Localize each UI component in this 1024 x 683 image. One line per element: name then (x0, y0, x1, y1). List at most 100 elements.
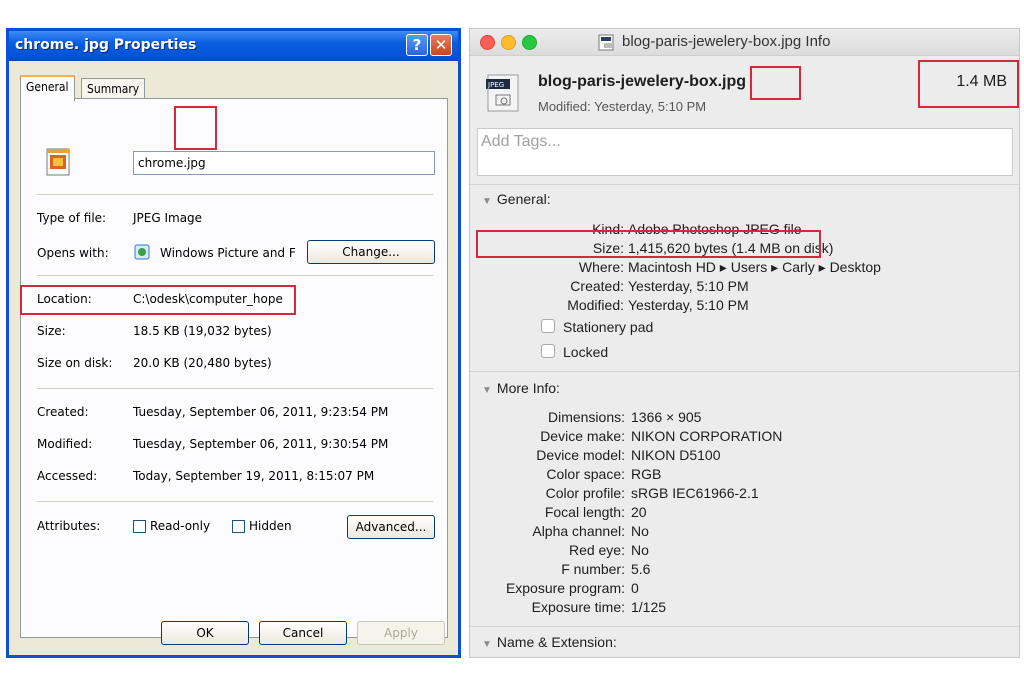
general-header-label: General: (496, 191, 551, 207)
highlight-box-mac-size (918, 60, 1019, 108)
mac-minimize-button[interactable] (501, 35, 516, 50)
read-only-checkbox[interactable] (133, 520, 146, 533)
red-eye-value: No (631, 542, 649, 558)
divider (37, 275, 433, 276)
change-button[interactable]: Change... (307, 240, 435, 264)
created-value: Yesterday, 5:10 PM (628, 278, 749, 294)
divider (37, 501, 433, 502)
size-value: 18.5 KB (19,032 bytes) (133, 324, 272, 338)
name-extension-section-header[interactable]: ▼ Name & Extension: (482, 634, 617, 650)
mac-modified-line: Modified: Yesterday, 5:10 PM (538, 99, 707, 114)
disclosure-triangle-icon: ▼ (482, 385, 492, 396)
mac-file-name: blog-paris-jewelery-box.jpg (538, 73, 747, 90)
disclosure-triangle-icon: ▼ (482, 639, 492, 650)
more-info-section-header[interactable]: ▼ More Info: (482, 380, 560, 396)
hidden-checkbox[interactable] (232, 520, 245, 533)
stationery-pad-checkbox[interactable] (541, 319, 555, 333)
divider (470, 626, 1019, 627)
created-label: Created: (570, 278, 624, 294)
read-only-label: Read-only (150, 519, 211, 533)
jpeg-file-icon (46, 148, 70, 176)
where-label: Where: (578, 259, 624, 275)
dimensions-value: 1366 × 905 (631, 409, 702, 425)
color-profile-value: sRGB IEC61966-2.1 (631, 485, 759, 501)
size-label: Size: (37, 324, 66, 338)
alpha-channel-value: No (631, 523, 649, 539)
disclosure-triangle-icon: ▼ (482, 196, 492, 207)
ok-button[interactable]: OK (161, 621, 249, 645)
device-make-label: Device make: (540, 428, 625, 444)
modified-label: Modified: (567, 297, 624, 313)
picture-viewer-icon (134, 244, 150, 260)
modified-value: Tuesday, September 06, 2011, 9:30:54 PM (133, 437, 389, 451)
exposure-time-label: Exposure time: (531, 599, 625, 615)
general-tab-page: chrome.jpg Type of file: JPEG Image Open… (20, 98, 448, 638)
size-on-disk-value: 20.0 KB (20,480 bytes) (133, 356, 272, 370)
general-section-header[interactable]: ▼ General: (482, 191, 551, 207)
device-make-value: NIKON CORPORATION (631, 428, 783, 444)
highlight-box-extension (174, 106, 217, 150)
modified-value: Yesterday, 5:10 PM (628, 297, 749, 313)
divider (470, 371, 1019, 372)
highlight-box-size (20, 285, 296, 315)
accessed-label: Accessed: (37, 469, 98, 483)
mac-info-window: blog-paris-jewelery-box.jpg Info JPEG bl… (469, 28, 1020, 658)
xp-title-bar[interactable]: chrome. jpg Properties ? ✕ (9, 31, 458, 61)
highlight-box-mac-byte-size (476, 230, 821, 258)
exposure-program-label: Exposure program: (505, 580, 625, 596)
red-eye-label: Red eye: (568, 542, 625, 558)
document-proxy-icon[interactable] (598, 34, 616, 51)
stationery-pad-label: Stationery pad (563, 319, 654, 335)
exposure-time-value: 1/125 (631, 599, 667, 615)
mac-title-bar[interactable]: blog-paris-jewelery-box.jpg Info (470, 29, 1019, 56)
hidden-label: Hidden (249, 519, 292, 533)
divider (37, 388, 433, 389)
modified-label: Modified: (37, 437, 93, 451)
device-model-label: Device model: (536, 447, 625, 463)
close-button[interactable]: ✕ (430, 34, 452, 56)
where-value: Macintosh HD ▸ Users ▸ Carly ▸ Desktop (628, 259, 881, 275)
color-space-label: Color space: (546, 466, 625, 482)
tab-summary[interactable]: Summary (81, 78, 146, 99)
color-space-value: RGB (631, 466, 662, 482)
apply-button[interactable]: Apply (357, 621, 445, 645)
attributes-label: Attributes: (37, 519, 101, 533)
cancel-button[interactable]: Cancel (259, 621, 347, 645)
mac-window-title: blog-paris-jewelery-box.jpg Info (622, 33, 831, 50)
more-info-header-label: More Info: (496, 380, 560, 396)
jpeg-document-icon: JPEG (486, 74, 519, 112)
focal-length-label: Focal length: (544, 504, 625, 520)
created-value: Tuesday, September 06, 2011, 9:23:54 PM (133, 405, 389, 419)
alpha-channel-label: Alpha channel: (532, 523, 625, 539)
color-profile-label: Color profile: (545, 485, 625, 501)
xp-window-title: chrome. jpg Properties (15, 37, 197, 53)
tab-general[interactable]: General (20, 75, 75, 101)
filename-field[interactable]: chrome.jpg (133, 151, 435, 175)
mac-close-button[interactable] (480, 35, 495, 50)
device-model-value: NIKON D5100 (631, 447, 721, 463)
opens-with-label: Opens with: (37, 246, 109, 260)
accessed-value: Today, September 19, 2011, 8:15:07 PM (133, 469, 375, 483)
help-button[interactable]: ? (406, 34, 428, 56)
locked-label: Locked (563, 344, 609, 360)
size-on-disk-label: Size on disk: (37, 356, 113, 370)
mac-zoom-button[interactable] (522, 35, 537, 50)
type-value: JPEG Image (133, 211, 203, 225)
dimensions-label: Dimensions: (547, 409, 625, 425)
locked-checkbox[interactable] (541, 344, 555, 358)
f-number-value: 5.6 (631, 561, 651, 577)
exposure-program-value: 0 (631, 580, 639, 596)
jpeg-badge-text: JPEG (487, 81, 504, 89)
advanced-button[interactable]: Advanced... (347, 515, 435, 539)
focal-length-value: 20 (631, 504, 647, 520)
name-extension-header-label: Name & Extension: (496, 634, 617, 650)
add-tags-field[interactable]: Add Tags... (477, 128, 1013, 176)
highlight-box-mac-extension (750, 66, 801, 100)
windows-properties-dialog: chrome. jpg Properties ? ✕ General Summa… (6, 28, 461, 658)
type-label: Type of file: (37, 211, 107, 225)
created-label: Created: (37, 405, 89, 419)
divider (470, 184, 1019, 185)
f-number-label: F number: (561, 561, 625, 577)
opens-with-value: Windows Picture and F (160, 246, 296, 260)
divider (37, 194, 433, 195)
